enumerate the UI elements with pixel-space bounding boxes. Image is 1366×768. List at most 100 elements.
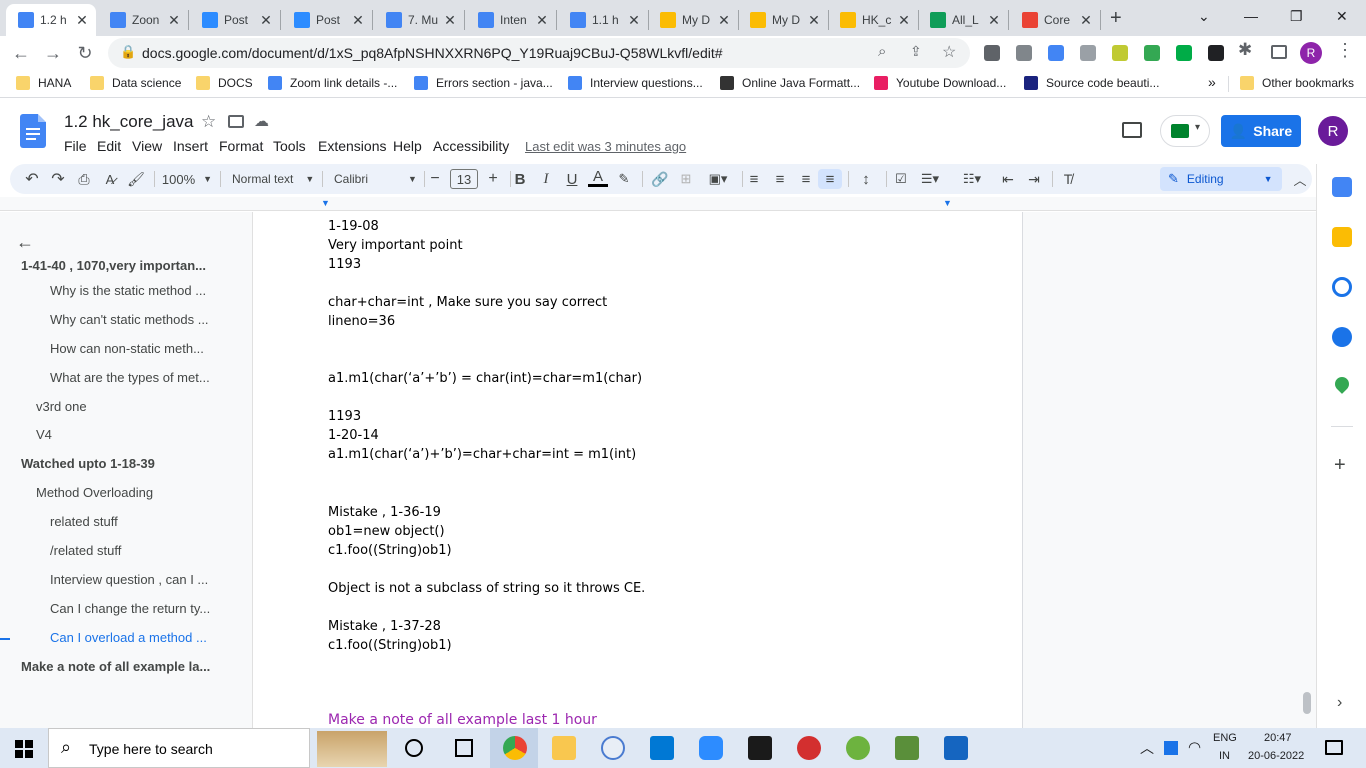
extension-icon[interactable] bbox=[984, 45, 1000, 61]
document-line[interactable]: Object is not a subclass of string so it… bbox=[328, 581, 645, 596]
scrollbar-thumb[interactable] bbox=[1303, 692, 1311, 714]
outline-item[interactable]: v3rd one bbox=[36, 399, 240, 414]
menu-file[interactable]: File bbox=[64, 138, 87, 154]
menu-edit[interactable]: Edit bbox=[97, 138, 121, 154]
bookmark-item[interactable]: Zoom link details -... bbox=[268, 76, 397, 90]
clock-date[interactable]: 20-06-2022 bbox=[1248, 750, 1304, 762]
font-select[interactable]: Calibri ▼ bbox=[330, 169, 420, 189]
taskbar-search-box[interactable]: ⌕ Type here to search bbox=[48, 728, 387, 768]
zoom-select[interactable]: 100% ▼ bbox=[162, 169, 212, 189]
bookmark-star-icon[interactable]: ☆ bbox=[942, 42, 956, 62]
browser-tab[interactable]: My D ✕ bbox=[738, 4, 828, 36]
bookmark-item[interactable]: DOCS bbox=[196, 76, 253, 90]
new-tab-button[interactable]: + bbox=[1110, 7, 1122, 30]
text-color-icon[interactable]: A bbox=[588, 168, 608, 187]
document-heading[interactable]: Make a note of all example last 1 hour bbox=[328, 712, 597, 728]
last-edit-link[interactable]: Last edit was 3 minutes ago bbox=[525, 139, 686, 154]
browser-tab[interactable]: Zoon ✕ bbox=[98, 4, 188, 36]
wifi-icon[interactable]: ◠ bbox=[1188, 738, 1201, 756]
bookmark-item[interactable]: HANA bbox=[16, 76, 71, 90]
link-icon[interactable]: 🔗 bbox=[650, 169, 670, 189]
menu-insert[interactable]: Insert bbox=[173, 138, 208, 154]
close-window-icon[interactable]: ✕ bbox=[1336, 8, 1348, 25]
style-select[interactable]: Normal text ▼ bbox=[228, 169, 318, 189]
side-panel-icon[interactable] bbox=[1271, 45, 1287, 59]
align-justify-icon[interactable]: ≡ bbox=[818, 169, 842, 189]
translate-extension-icon[interactable] bbox=[1048, 45, 1064, 61]
microsoft-store-icon[interactable] bbox=[650, 736, 674, 760]
extension-icon[interactable] bbox=[1112, 45, 1128, 61]
checklist-icon[interactable]: ☑ bbox=[890, 169, 912, 189]
document-line[interactable]: Mistake , 1-37-28 bbox=[328, 619, 441, 634]
close-tab-icon[interactable]: ✕ bbox=[716, 12, 732, 29]
browser-menu-icon[interactable]: ⋮ bbox=[1336, 40, 1354, 61]
language-indicator-line2[interactable]: IN bbox=[1219, 750, 1230, 762]
outline-item[interactable]: Can I overload a method ... bbox=[50, 630, 240, 645]
menu-accessibility[interactable]: Accessibility bbox=[433, 138, 509, 154]
close-tab-icon[interactable]: ✕ bbox=[806, 12, 822, 29]
collapse-menus-icon[interactable]: ︿ bbox=[1290, 169, 1310, 189]
outline-item[interactable]: Method Overloading bbox=[36, 485, 240, 500]
menu-format[interactable]: Format bbox=[219, 138, 263, 154]
italic-icon[interactable]: I bbox=[536, 169, 556, 189]
other-bookmarks[interactable]: Other bookmarks bbox=[1240, 76, 1354, 90]
browser-tab[interactable]: HK_c ✕ bbox=[828, 4, 918, 36]
back-icon[interactable]: ← bbox=[8, 40, 34, 66]
menu-tools[interactable]: Tools bbox=[273, 138, 306, 154]
charts-app-icon[interactable] bbox=[895, 736, 919, 760]
bold-icon[interactable]: B bbox=[510, 169, 530, 189]
extension-icon[interactable] bbox=[1016, 45, 1032, 61]
menu-extensions[interactable]: Extensions bbox=[318, 138, 386, 154]
align-left-icon[interactable]: ≡ bbox=[744, 169, 764, 189]
close-tab-icon[interactable]: ✕ bbox=[534, 12, 550, 29]
document-line[interactable]: 1-20-14 bbox=[328, 428, 379, 443]
document-line[interactable]: char+char=int , Make sure you say correc… bbox=[328, 295, 607, 310]
cloud-status-icon[interactable]: ☁ bbox=[254, 112, 269, 130]
docs-logo-icon[interactable] bbox=[20, 114, 46, 148]
spellcheck-icon[interactable]: A̷ bbox=[100, 169, 120, 189]
paint-format-icon[interactable]: 🖌 bbox=[126, 169, 146, 189]
maximize-icon[interactable]: ❐ bbox=[1290, 8, 1303, 25]
tray-app-icon[interactable] bbox=[1164, 741, 1178, 755]
profile-avatar[interactable]: R bbox=[1300, 42, 1322, 64]
align-right-icon[interactable]: ≡ bbox=[796, 169, 816, 189]
calendar-icon[interactable] bbox=[1332, 177, 1352, 197]
insert-image-icon[interactable]: ▣▾ bbox=[702, 169, 734, 189]
sticky-notes-icon[interactable] bbox=[748, 736, 772, 760]
keep-icon[interactable] bbox=[1332, 227, 1352, 247]
document-line[interactable]: lineno=36 bbox=[328, 314, 395, 329]
menu-view[interactable]: View bbox=[132, 138, 162, 154]
document-page[interactable]: 1-19-08 Very important point 1193 char+char… bbox=[253, 212, 1023, 728]
numbered-list-icon[interactable]: ☷▾ bbox=[956, 169, 988, 189]
share-button[interactable]: 👤 Share bbox=[1221, 115, 1301, 147]
document-line[interactable]: a1.m1(char(‘a’)+’b’)=char+char=int = m1(… bbox=[328, 447, 636, 462]
task-view-icon[interactable] bbox=[455, 739, 473, 757]
bookmark-item[interactable]: Data science bbox=[90, 76, 181, 90]
outline-item[interactable]: Why is the static method ... bbox=[50, 283, 240, 298]
file-explorer-icon[interactable] bbox=[552, 736, 576, 760]
forward-icon[interactable]: → bbox=[40, 40, 66, 66]
bookmark-item[interactable]: Youtube Download... bbox=[874, 76, 1006, 90]
document-line[interactable]: 1-19-08 bbox=[328, 219, 379, 234]
search-zoom-icon[interactable]: ⌕ bbox=[878, 43, 886, 60]
bookmark-item[interactable]: Source code beauti... bbox=[1024, 76, 1159, 90]
document-line[interactable]: 1193 bbox=[328, 409, 361, 424]
document-line[interactable]: ob1=new object() bbox=[328, 524, 445, 539]
browser-tab[interactable]: 7. Mu ✕ bbox=[374, 4, 464, 36]
windows-start-icon[interactable] bbox=[15, 740, 33, 758]
highlight-icon[interactable]: ✎ bbox=[614, 169, 634, 189]
document-line[interactable]: Mistake , 1-36-19 bbox=[328, 505, 441, 520]
extension-icon[interactable] bbox=[1144, 45, 1160, 61]
browser-tab[interactable]: Inten ✕ bbox=[466, 4, 556, 36]
close-tab-icon[interactable]: ✕ bbox=[986, 12, 1002, 29]
tab-search-chevron-icon[interactable]: ⌄ bbox=[1198, 8, 1210, 25]
document-line[interactable]: 1193 bbox=[328, 257, 361, 272]
outline-item[interactable]: /related stuff bbox=[50, 543, 240, 558]
language-indicator-line1[interactable]: ENG bbox=[1213, 732, 1237, 744]
increase-font-size-button[interactable]: + bbox=[482, 169, 504, 189]
extension-icon[interactable] bbox=[1176, 45, 1192, 61]
editing-mode-select[interactable]: ✎ Editing ▼ bbox=[1160, 167, 1282, 191]
right-indent-marker-icon[interactable]: ▼ bbox=[943, 198, 952, 208]
star-icon[interactable]: ☆ bbox=[201, 112, 216, 132]
decrease-font-size-button[interactable]: − bbox=[424, 169, 446, 189]
